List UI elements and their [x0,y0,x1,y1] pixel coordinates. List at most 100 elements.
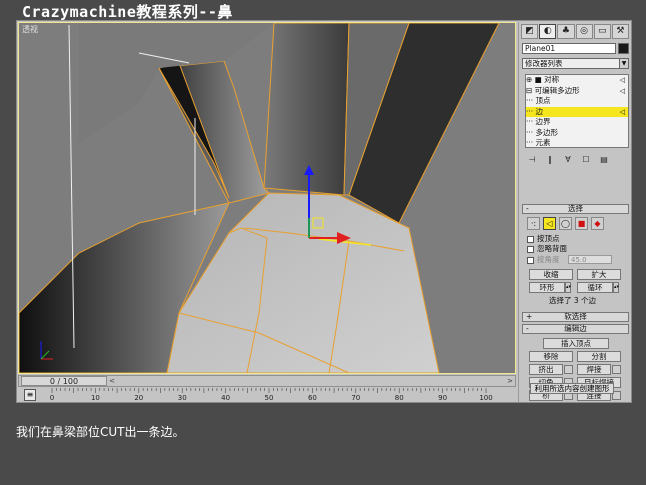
page-title: Crazymachine教程系列--鼻 [22,3,233,21]
command-panel: ◩ ◐ ♣ ◎ ▭ ⚒ Plane01 修改器列表 ▼ ⊕ ■ 对称 ◁ ⊟ 可编… [518,22,631,402]
ruler-tick-label: 70 [351,394,360,402]
stack-item-label: ⊟ 可编辑多边形 [526,85,580,95]
ring-spinner[interactable]: ▴▾ [565,282,571,293]
perspective-viewport[interactable]: 透视 [18,22,516,374]
expand-icon: + [526,312,533,321]
vertex-mode-icon[interactable]: ·: [527,217,540,230]
stack-item-border[interactable]: ··· 边界 [526,117,628,128]
by-vertex-checkbox[interactable]: 按顶点 [527,234,560,244]
stack-item-arrow: ◁ [619,107,625,116]
pin-stack-icon[interactable]: ⊣ [525,155,539,166]
command-panel-tabs: ◩ ◐ ♣ ◎ ▭ ⚒ [521,24,630,40]
viewport-scene[interactable] [19,23,516,374]
track-ruler: 0 10 20 30 40 50 60 70 80 90 100 [50,388,493,402]
stack-item-label: ··· 多边形 [526,127,559,137]
stack-item-arrow: ◁ [619,86,625,95]
edge-mode-icon[interactable]: ◁ [543,217,556,230]
collapse-icon: - [526,324,529,333]
split-button[interactable]: 分割 [577,351,621,362]
remove-modifier-icon[interactable]: ☐ [579,155,593,166]
create-shape-button[interactable]: 利用所选内容创建图形 [530,383,614,394]
tab-hierarchy[interactable]: ♣ [557,24,575,39]
shrink-button[interactable]: 收缩 [529,269,573,280]
ring-button[interactable]: 环形 [529,282,565,293]
ruler-tick-label: 30 [178,394,187,402]
stack-item-element[interactable]: ··· 元素 [526,138,628,149]
checkbox-box [527,235,534,243]
ruler-tick-label: 40 [221,394,230,402]
rollout-title: 编辑边 [564,324,587,333]
rollout-title: 软选择 [564,312,587,321]
tab-create[interactable]: ◩ [521,24,539,39]
checkbox-box [527,245,534,253]
tab-utilities[interactable]: ⚒ [611,24,630,39]
loop-spinner[interactable]: ▴▾ [613,282,619,293]
make-unique-icon[interactable]: ∀ [561,155,575,166]
track-bar[interactable]: ≡ 0 10 20 30 40 50 60 70 80 90 100 [18,388,516,402]
stack-item-polygon[interactable]: ··· 多边形 [526,128,628,139]
stack-item-label: ··· 边界 [526,117,551,126]
object-color-swatch[interactable] [618,43,629,54]
ignore-backfacing-checkbox[interactable]: 忽略背面 [527,244,567,254]
grow-button[interactable]: 扩大 [577,269,621,280]
ruler-tick-label: 0 [50,394,54,402]
stack-item-label: ··· 元素 [526,138,551,147]
element-mode-icon[interactable]: ◆ [591,217,604,230]
ruler-tick-label: 20 [134,394,143,402]
stack-item-label: ··· 顶点 [526,96,551,105]
time-slider-thumb[interactable]: 0 / 100 [21,376,107,386]
checkbox-label: 按顶点 [537,234,560,243]
angle-spinner[interactable]: 45.0 [568,255,612,264]
selection-rollout-header[interactable]: - 选择 [522,204,629,214]
ruler-tick-label: 60 [308,394,317,402]
extrude-button[interactable]: 挤出 [529,364,563,375]
weld-settings-icon[interactable] [612,365,621,374]
caption-text: 我们在鼻梁部位CUT出一条边。 [16,425,185,439]
checkbox-label: 按角度 [537,255,560,264]
collapse-icon: - [526,204,529,213]
ruler-tick-label: 10 [91,394,100,402]
remove-button[interactable]: 移除 [529,351,573,362]
ruler-tick-label: 80 [395,394,404,402]
subobject-level-buttons: ·: ◁ ◯ ■ ◆ [527,217,604,231]
by-angle-checkbox[interactable]: 按角度 [527,255,560,265]
checkbox-label: 忽略背面 [537,244,567,253]
mesh[interactable] [19,23,500,373]
modifier-list-dropdown[interactable]: 修改器列表 ▼ [522,58,629,69]
chevron-down-icon: ▼ [619,59,628,68]
viewport-label[interactable]: 透视 [22,24,38,35]
prev-frame-button[interactable]: < [107,376,117,386]
stack-item-symmetry[interactable]: ⊕ ■ 对称 ◁ [526,75,628,86]
configure-sets-icon[interactable]: ▤ [597,155,611,166]
border-mode-icon[interactable]: ◯ [559,217,572,230]
stack-item-arrow: ◁ [619,76,625,84]
rollout-title: 选择 [568,204,583,213]
weld-button[interactable]: 焊接 [577,364,611,375]
soft-selection-rollout-header[interactable]: + 软选择 [522,312,629,322]
next-frame-button[interactable]: > [505,376,515,386]
loop-button[interactable]: 循环 [577,282,613,293]
stack-item-edge[interactable]: ··· 边 ◁ [526,106,628,117]
ruler-tick-label: 50 [265,394,274,402]
stack-item-vertex[interactable]: ··· 顶点 [526,96,628,107]
ruler-tick-label: 90 [438,394,447,402]
checkbox-box [527,256,534,264]
extrude-settings-icon[interactable] [564,365,573,374]
max-window: 透视 0 / 100 < > ≡ 0 10 20 30 40 50 60 70 80 90 100 … [16,20,632,403]
object-name-field[interactable]: Plane01 [522,43,616,54]
polygon-mode-icon[interactable]: ■ [575,217,588,230]
stack-item-label: ⊕ ■ 对称 [526,75,560,84]
insert-vertex-button[interactable]: 插入顶点 [543,338,609,349]
time-slider[interactable]: 0 / 100 < > [18,375,516,387]
tab-motion[interactable]: ◎ [575,24,593,39]
stack-toolbar: ⊣ ‖ ∀ ☐ ▤ [523,155,629,167]
selection-status: 选择了 3 个边 [549,296,597,305]
ruler-tick-label: 100 [479,394,492,402]
stack-item-editable-poly[interactable]: ⊟ 可编辑多边形 ◁ [526,86,628,97]
stack-item-label: ··· 边 [526,106,544,116]
tab-modify[interactable]: ◐ [539,24,557,39]
modifier-stack[interactable]: ⊕ ■ 对称 ◁ ⊟ 可编辑多边形 ◁ ··· 顶点 ··· 边 ◁ ··· 边界 ·… [525,74,629,148]
show-end-result-icon[interactable]: ‖ [543,155,557,166]
edit-edges-rollout-header[interactable]: - 编辑边 [522,324,629,334]
tab-display[interactable]: ▭ [593,24,611,39]
